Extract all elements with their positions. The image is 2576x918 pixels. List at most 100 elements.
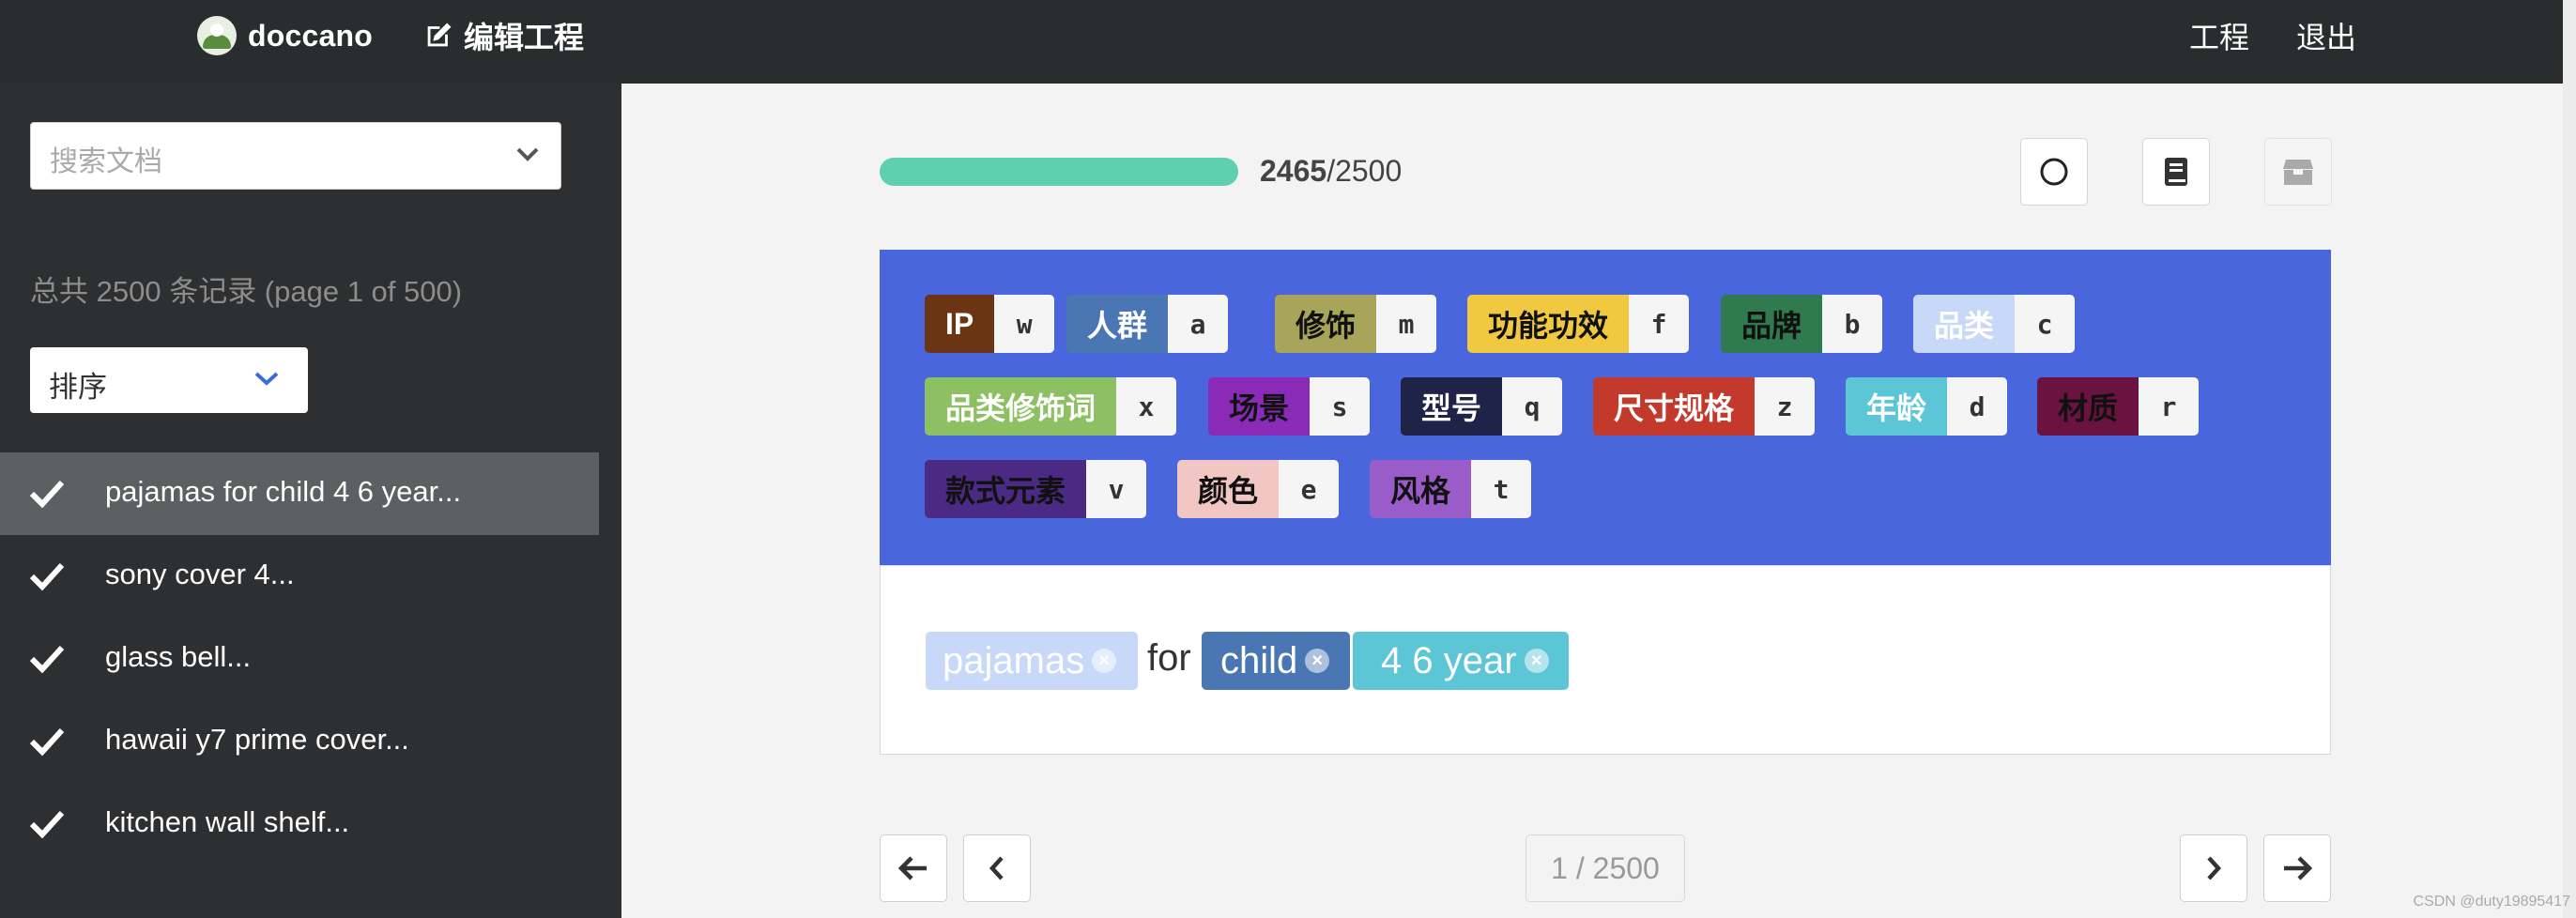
label-shortcut: q [1502, 377, 1563, 436]
label-name: IP [925, 295, 995, 353]
label-tag-category[interactable]: 品类 c [1913, 295, 2076, 353]
edit-icon [427, 23, 452, 47]
arrow-right-icon [2284, 856, 2313, 880]
label-tag-function[interactable]: 功能功效 f [1467, 295, 1690, 353]
document-list-item[interactable]: pajamas for child 4 6 year... [0, 452, 599, 535]
label-shortcut: v [1086, 460, 1147, 518]
chevron-right-icon [2207, 856, 2222, 880]
top-navbar: doccano 编辑工程 工程 退出 [0, 0, 2563, 84]
label-name: 修饰 [1275, 295, 1377, 353]
label-name: 材质 [2037, 377, 2139, 436]
document-title: hawaii y7 prime cover... [105, 723, 409, 756]
entity-span[interactable]: child × [1202, 632, 1350, 690]
records-summary: 总共 2500 条记录 (page 1 of 500) [30, 275, 463, 308]
circle-button[interactable] [2020, 138, 2088, 206]
label-shortcut: e [1279, 460, 1340, 518]
label-name: 尺寸规格 [1593, 377, 1756, 436]
sort-label: 排序 [49, 371, 107, 404]
next-page-button[interactable] [2180, 834, 2247, 902]
label-name: 款式元素 [925, 460, 1087, 518]
label-name: 场景 [1208, 377, 1311, 436]
progress-bar [880, 158, 1238, 186]
label-shortcut: z [1755, 377, 1816, 436]
brand-name: doccano [248, 18, 373, 53]
label-tag-ip[interactable]: IP w [925, 295, 1055, 353]
label-tag-style-element[interactable]: 款式元素 v [925, 460, 1147, 518]
window-edge [2563, 0, 2576, 918]
label-name: 品牌 [1721, 295, 1823, 353]
search-documents-input[interactable]: 搜索文档 [30, 122, 561, 190]
remove-entity-icon[interactable]: × [1305, 649, 1330, 673]
document-list-item[interactable]: glass bell... [0, 618, 599, 700]
last-page-button[interactable] [2263, 834, 2331, 902]
label-shortcut: r [2139, 377, 2200, 436]
progress-text: 2465/2500 [1260, 154, 1402, 189]
label-tag-scene[interactable]: 场景 s [1208, 377, 1371, 436]
label-shortcut: b [1822, 295, 1883, 353]
label-name: 品类修饰词 [925, 377, 1117, 436]
label-shortcut: d [1947, 377, 2008, 436]
check-icon [29, 480, 65, 509]
document-title: glass bell... [105, 640, 252, 673]
guideline-button[interactable] [2142, 138, 2210, 206]
projects-link[interactable]: 工程 [2189, 14, 2249, 57]
label-shortcut: t [1471, 460, 1532, 518]
remove-entity-icon[interactable]: × [1524, 649, 1549, 673]
circle-icon [2040, 158, 2068, 186]
label-tag-size[interactable]: 尺寸规格 z [1593, 377, 1816, 436]
label-shortcut: a [1168, 295, 1229, 353]
entity-span[interactable]: pajamas × [926, 632, 1138, 690]
entity-text: child [1220, 639, 1298, 681]
archive-icon [2283, 160, 2313, 185]
label-tag-modifier[interactable]: 修饰 m [1275, 295, 1437, 353]
label-tag-color[interactable]: 颜色 e [1177, 460, 1340, 518]
label-name: 人群 [1066, 295, 1169, 353]
sort-dropdown[interactable]: 排序 [30, 347, 308, 413]
watermark: CSDN @duty19895417 [2413, 894, 2570, 910]
label-shortcut: s [1310, 377, 1371, 436]
label-tag-crowd[interactable]: 人群 a [1066, 295, 1229, 353]
label-name: 风格 [1370, 460, 1472, 518]
entity-text: 4 6 year [1381, 639, 1517, 681]
label-tag-brand[interactable]: 品牌 b [1721, 295, 1883, 353]
label-tag-category-modifier[interactable]: 品类修饰词 x [925, 377, 1177, 436]
doccano-logo-icon [197, 16, 237, 55]
edit-project-label: 编辑工程 [464, 21, 585, 54]
label-tag-style[interactable]: 风格 t [1370, 460, 1532, 518]
check-icon [29, 727, 65, 757]
document-list-item[interactable]: hawaii y7 prime cover... [0, 700, 599, 783]
logout-link[interactable]: 退出 [2296, 14, 2356, 57]
chevron-left-icon [989, 856, 1004, 880]
arrow-left-icon [897, 856, 927, 880]
search-placeholder: 搜索文档 [50, 146, 162, 177]
document-list-item[interactable]: sony cover 4... [0, 535, 599, 618]
check-icon [29, 562, 65, 591]
entity-span[interactable]: 4 6 year × [1353, 632, 1569, 690]
remove-entity-icon[interactable]: × [1092, 649, 1117, 673]
chevron-down-icon [516, 147, 539, 161]
page-indicator: 1 / 2500 [1526, 834, 1685, 902]
previous-page-button[interactable] [963, 834, 1031, 902]
label-tag-age[interactable]: 年龄 d [1846, 377, 2008, 436]
label-tag-model[interactable]: 型号 q [1401, 377, 1563, 436]
progress-done: 2465 [1260, 154, 1327, 188]
progress-total: /2500 [1326, 154, 1403, 188]
label-shortcut: x [1116, 377, 1177, 436]
label-name: 颜色 [1177, 460, 1280, 518]
annotation-text-panel: pajamas × for child × 4 6 year × [880, 565, 2331, 755]
label-shortcut: c [2015, 295, 2076, 353]
label-shortcut: w [994, 295, 1055, 353]
label-name: 型号 [1401, 377, 1503, 436]
edit-project-link[interactable]: 编辑工程 [422, 17, 584, 54]
document-title: sony cover 4... [105, 558, 295, 590]
label-name: 功能功效 [1467, 295, 1630, 353]
first-page-button[interactable] [880, 834, 947, 902]
check-icon [29, 810, 65, 839]
label-shortcut: f [1629, 295, 1690, 353]
document-list-item[interactable]: kitchen wall shelf... [0, 783, 599, 865]
nav-right-menu: 工程 退出 [2142, 17, 2356, 54]
archive-button[interactable] [2264, 138, 2332, 206]
label-tag-material[interactable]: 材质 r [2037, 377, 2200, 436]
brand-link[interactable]: doccano [197, 16, 373, 55]
document-title: kitchen wall shelf... [105, 805, 350, 838]
